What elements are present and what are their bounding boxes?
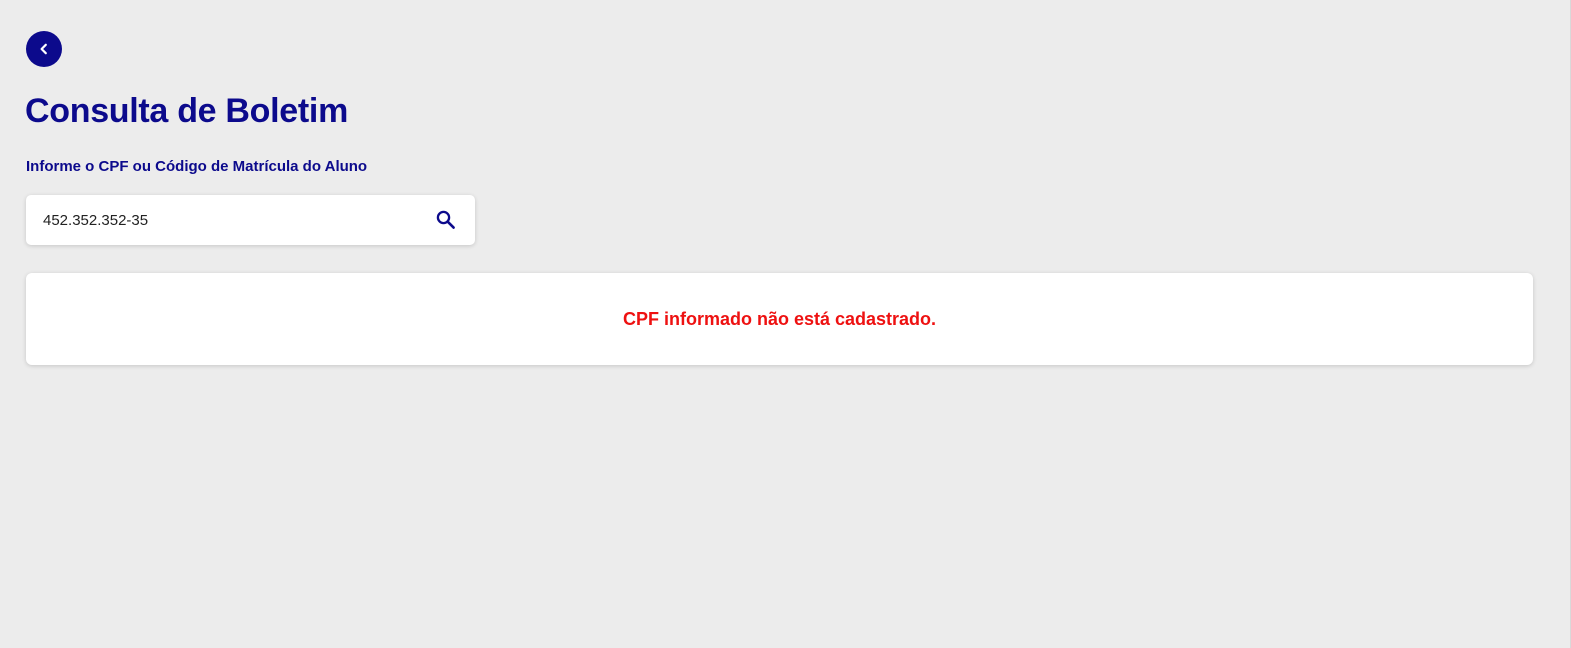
search-box	[26, 195, 475, 245]
search-button[interactable]	[435, 209, 457, 231]
result-card: CPF informado não está cadastrado.	[26, 273, 1533, 365]
error-message: CPF informado não está cadastrado.	[622, 308, 937, 329]
page-title: Consulta de Boletim	[25, 92, 348, 130]
search-field-label: Informe o CPF ou Código de Matrícula do …	[26, 158, 368, 175]
page: Consulta de Boletim Informe o CPF ou Cód…	[0, 0, 1571, 648]
search-icon	[436, 210, 455, 229]
back-button[interactable]	[26, 31, 62, 67]
chevron-left-icon	[40, 43, 47, 55]
search-input[interactable]	[43, 195, 423, 245]
